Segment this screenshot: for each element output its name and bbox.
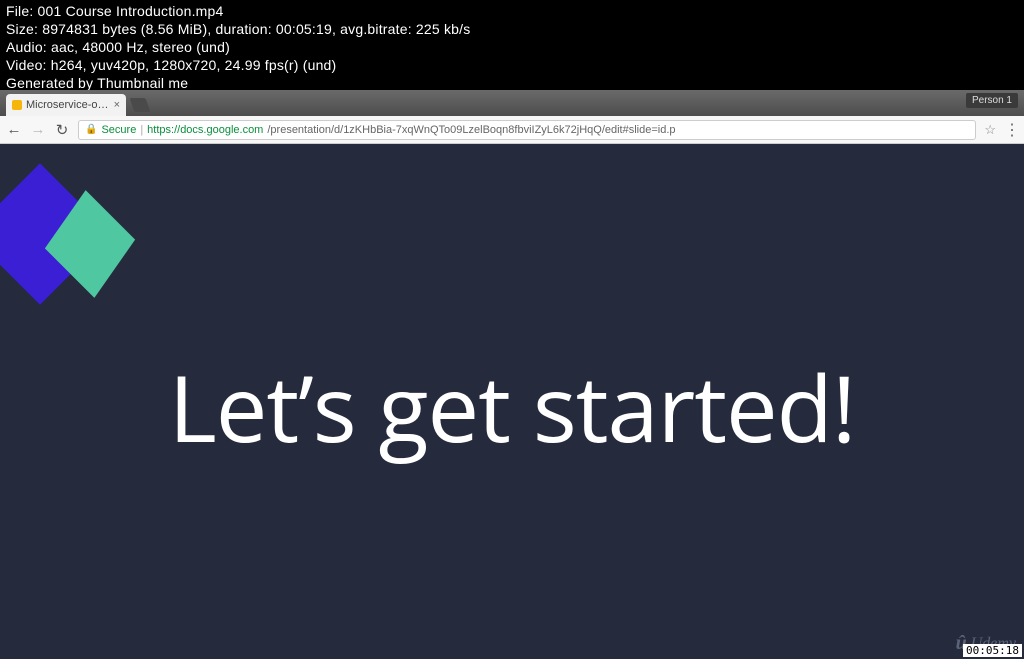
secure-label: Secure [101, 124, 136, 136]
reload-icon[interactable]: ↻ [54, 121, 70, 139]
back-icon[interactable]: ← [6, 121, 22, 138]
meta-video: Video: h264, yuv420p, 1280x720, 24.99 fp… [6, 56, 1018, 74]
browser-navbar: ← → ↻ 🔒 Secure | https://docs.google.com… [0, 116, 1024, 144]
slide-headline: Let’s get started! [0, 344, 1024, 469]
browser-tab[interactable]: Microservice-over… × [6, 94, 126, 116]
slide-canvas: Let’s get started! û Udemy [0, 144, 1024, 659]
profile-badge[interactable]: Person 1 [966, 93, 1018, 108]
url-divider: | [140, 124, 143, 136]
close-icon[interactable]: × [114, 99, 120, 111]
meta-size: Size: 8974831 bytes (8.56 MiB), duration… [6, 20, 1018, 38]
meta-audio: Audio: aac, 48000 Hz, stereo (und) [6, 38, 1018, 56]
forward-icon[interactable]: → [30, 121, 46, 138]
browser-menu-icon[interactable]: ⋮ [1004, 120, 1018, 140]
tab-title: Microservice-over… [26, 99, 110, 111]
browser-window: Microservice-over… × Person 1 ← → ↻ 🔒 Se… [0, 90, 1024, 144]
bookmark-star-icon[interactable]: ☆ [984, 122, 996, 138]
new-tab-button[interactable] [129, 98, 150, 112]
slides-favicon-icon [12, 100, 22, 110]
browser-tabbar: Microservice-over… × Person 1 [0, 90, 1024, 116]
video-metadata-block: File: 001 Course Introduction.mp4 Size: … [0, 0, 1024, 96]
lock-icon: 🔒 [85, 124, 97, 135]
thumbnail-timestamp: 00:05:18 [963, 644, 1022, 657]
meta-file: File: 001 Course Introduction.mp4 [6, 2, 1018, 20]
corner-logo-shape [0, 174, 140, 334]
url-bar[interactable]: 🔒 Secure | https://docs.google.com /pres… [78, 120, 976, 140]
url-path: /presentation/d/1zKHbBia-7xqWnQTo09LzelB… [267, 124, 675, 136]
url-host: https://docs.google.com [147, 124, 263, 136]
